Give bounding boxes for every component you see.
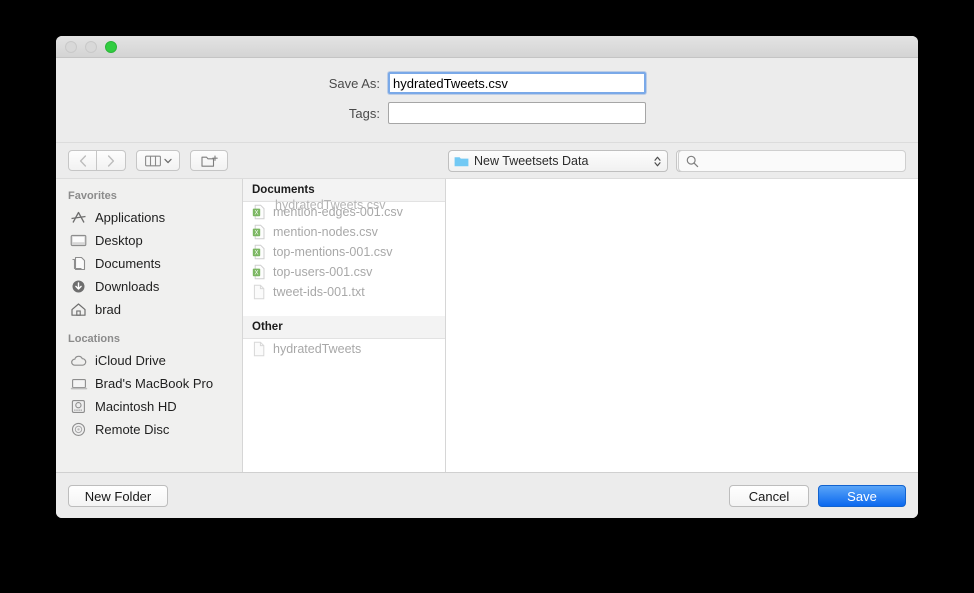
sidebar-item-macbook-pro[interactable]: Brad's MacBook Pro xyxy=(56,372,242,395)
harddisk-icon xyxy=(70,399,89,414)
save-as-row: Save As: xyxy=(56,72,918,94)
file-list-item[interactable]: hydratedTweets xyxy=(243,339,445,359)
file-list-item[interactable]: X top-mentions-001.csv xyxy=(243,242,445,262)
search-icon xyxy=(686,155,699,168)
sidebar-item-documents[interactable]: Documents xyxy=(56,252,242,275)
back-button[interactable] xyxy=(68,150,97,171)
save-as-label: Save As: xyxy=(56,76,388,91)
file-name: top-mentions-001.csv xyxy=(273,245,393,259)
file-list-item[interactable]: X mention-nodes.csv xyxy=(243,222,445,242)
new-folder-button[interactable]: New Folder xyxy=(68,485,168,507)
sidebar-section-favorites-title: Favorites xyxy=(56,187,242,206)
file-name: tweet-ids-001.txt xyxy=(273,285,365,299)
sidebar-item-label: Applications xyxy=(95,210,165,225)
file-name: hydratedTweets xyxy=(273,342,361,356)
text-file-icon xyxy=(252,284,266,300)
browser-body: Favorites Applications Deskto xyxy=(56,178,918,472)
file-list-item[interactable]: X top-users-001.csv xyxy=(243,262,445,282)
csv-file-icon: X xyxy=(252,244,266,260)
new-folder-toolbar-button[interactable] xyxy=(190,150,228,171)
save-dialog: Save As: Tags: xyxy=(56,36,918,518)
sidebar-item-label: iCloud Drive xyxy=(95,353,166,368)
column-view-icon xyxy=(145,155,161,167)
file-name: top-users-001.csv xyxy=(273,265,372,279)
documents-icon xyxy=(70,256,89,271)
file-list-item[interactable]: tweet-ids-001.txt xyxy=(243,282,445,302)
applications-icon xyxy=(70,210,89,225)
downloads-icon xyxy=(70,279,89,294)
sidebar-item-label: Macintosh HD xyxy=(95,399,177,414)
sidebar-item-label: Brad's MacBook Pro xyxy=(95,376,213,391)
zoom-button[interactable] xyxy=(105,41,117,53)
file-name-overlap-artifact: hydratedTweets.csv xyxy=(275,198,385,212)
save-button[interactable]: Save xyxy=(818,485,906,507)
save-as-input[interactable] xyxy=(388,72,646,94)
sidebar-item-icloud-drive[interactable]: iCloud Drive xyxy=(56,349,242,372)
nav-buttons xyxy=(68,150,126,171)
search-input[interactable] xyxy=(703,153,883,169)
tags-input[interactable] xyxy=(388,102,646,124)
optical-disc-icon xyxy=(70,422,89,437)
minimize-button[interactable] xyxy=(85,41,97,53)
svg-text:X: X xyxy=(254,250,258,256)
dialog-footer: New Folder Cancel Save xyxy=(56,472,918,518)
csv-file-icon: X xyxy=(252,224,266,240)
svg-text:X: X xyxy=(254,210,258,216)
sidebar: Favorites Applications Deskto xyxy=(56,179,243,472)
sidebar-item-macintosh-hd[interactable]: Macintosh HD xyxy=(56,395,242,418)
form-fields: Save As: Tags: xyxy=(56,58,918,142)
sidebar-section-locations-title: Locations xyxy=(56,321,242,349)
title-bar xyxy=(56,36,918,58)
sidebar-item-label: brad xyxy=(95,302,121,317)
chevron-right-icon xyxy=(107,155,115,167)
search-field[interactable] xyxy=(678,150,906,172)
sidebar-item-applications[interactable]: Applications xyxy=(56,206,242,229)
view-mode-button[interactable] xyxy=(136,150,180,171)
chevron-down-icon xyxy=(164,158,172,164)
tags-label: Tags: xyxy=(56,106,388,121)
sidebar-item-brad[interactable]: brad xyxy=(56,298,242,321)
sidebar-item-desktop[interactable]: Desktop xyxy=(56,229,242,252)
folder-icon xyxy=(454,155,469,167)
home-icon xyxy=(70,302,89,317)
browser-toolbar: New Tweetsets Data xyxy=(56,142,918,178)
sidebar-item-label: Downloads xyxy=(95,279,159,294)
sidebar-item-label: Remote Disc xyxy=(95,422,169,437)
new-folder-icon xyxy=(201,154,218,168)
laptop-icon xyxy=(70,377,89,391)
svg-text:X: X xyxy=(254,230,258,236)
csv-file-icon: X xyxy=(252,204,266,220)
csv-file-icon: X xyxy=(252,264,266,280)
preview-column xyxy=(446,179,918,472)
sidebar-item-remote-disc[interactable]: Remote Disc xyxy=(56,418,242,441)
svg-text:X: X xyxy=(254,270,258,276)
path-popup-label: New Tweetsets Data xyxy=(474,154,653,168)
path-popup-button[interactable]: New Tweetsets Data xyxy=(448,150,668,172)
chevron-left-icon xyxy=(79,155,87,167)
file-list-column: Documents X mention-edges-001.csv hydrat… xyxy=(243,179,446,472)
sidebar-item-label: Desktop xyxy=(95,233,143,248)
forward-button[interactable] xyxy=(97,150,126,171)
desktop-icon xyxy=(70,233,89,248)
sidebar-item-label: Documents xyxy=(95,256,161,271)
file-name: mention-nodes.csv xyxy=(273,225,378,239)
tags-row: Tags: xyxy=(56,102,918,124)
icloud-icon xyxy=(70,354,89,368)
file-list-item[interactable]: X mention-edges-001.csv hydratedTweets.c… xyxy=(243,202,445,222)
sidebar-item-downloads[interactable]: Downloads xyxy=(56,275,242,298)
stepper-chevrons-icon xyxy=(653,155,662,168)
close-button[interactable] xyxy=(65,41,77,53)
file-group-header-other: Other xyxy=(243,316,445,339)
generic-file-icon xyxy=(252,341,266,357)
cancel-button[interactable]: Cancel xyxy=(729,485,809,507)
